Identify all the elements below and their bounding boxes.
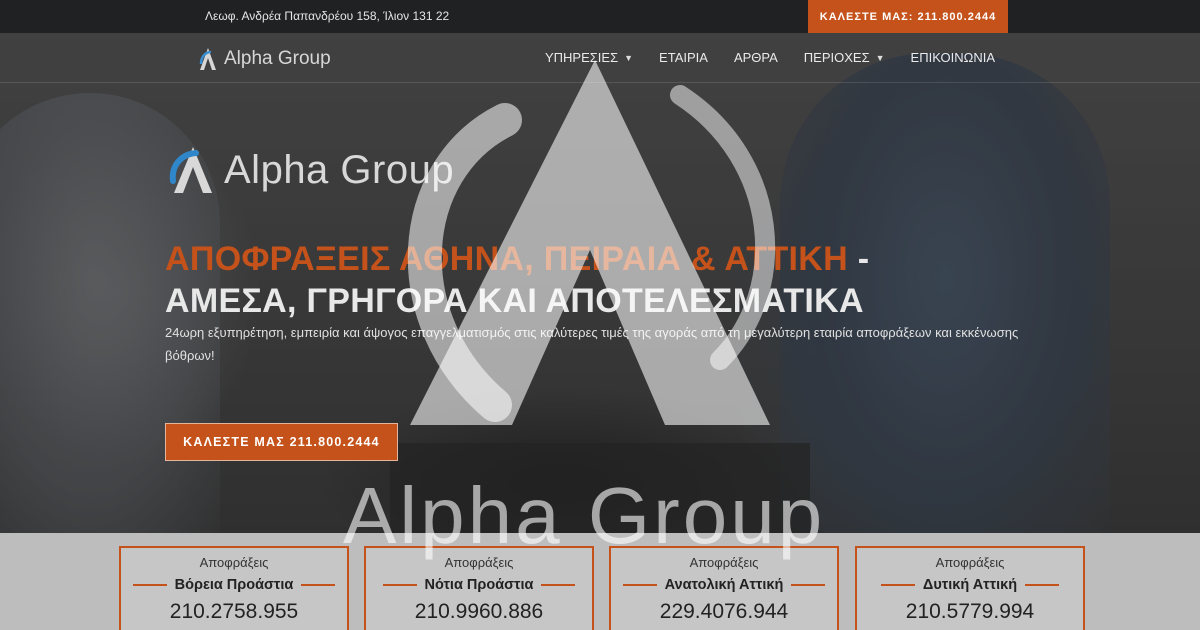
brand-logo-icon xyxy=(199,48,216,70)
hero-call-button[interactable]: ΚΑΛΕΣΤΕ ΜΑΣ 211.800.2444 xyxy=(165,423,398,461)
card-category: Αποφράξεις xyxy=(689,555,759,570)
nav-item-contact[interactable]: ΕΠΙΚΟΙΝΩΝΙΑ xyxy=(911,50,995,65)
card-region: Δυτική Αττική xyxy=(922,577,1018,593)
nav-menu: ΥΠΗΡΕΣΙΕΣ ▼ ΕΤΑΙΡΙΑ ΑΡΘΡΑ ΠΕΡΙΟΧΕΣ ▼ ΕΠΙ… xyxy=(545,50,995,65)
nav-item-label: ΕΠΙΚΟΙΝΩΝΙΑ xyxy=(910,50,995,65)
divider xyxy=(1025,584,1060,586)
nav-item-label: ΑΡΘΡΑ xyxy=(733,50,778,65)
headline-orange: ΑΠΟΦΡΑΞΕΙΣ ΑΘΗΝΑ, ΠΕΙΡΑΙΑ & ΑΤΤΙΚΗ xyxy=(165,240,848,278)
card-phone[interactable]: 210.5779.994 xyxy=(857,600,1083,624)
divider xyxy=(541,584,576,586)
nav-item-areas[interactable]: ΠΕΡΙΟΧΕΣ ▼ xyxy=(804,50,885,65)
hero-logo-icon xyxy=(169,147,212,193)
card-phone[interactable]: 229.4076.944 xyxy=(611,600,837,624)
hero-logo: Alpha Group xyxy=(168,145,454,195)
headline-white: ΑΜΕΣΑ, ΓΡΗΓΟΡΑ ΚΑΙ ΑΠΟΤΕΛΕΣΜΑΤΙΚΑ xyxy=(165,282,864,320)
hero-logo-text: Alpha Group xyxy=(224,147,455,192)
nav-brand-link[interactable]: Alpha Group xyxy=(198,47,331,71)
divider xyxy=(880,584,915,586)
top-bar: Λεωφ. Ανδρέα Παπανδρέου 158, Ίλιον 131 2… xyxy=(0,0,1200,33)
divider xyxy=(132,584,167,586)
divider xyxy=(622,584,657,586)
card-region: Νότια Προάστια xyxy=(424,577,534,593)
card-region: Βόρεια Προάστια xyxy=(174,577,294,593)
nav-item-articles[interactable]: ΑΡΘΡΑ xyxy=(734,50,778,65)
phone-card-south[interactable]: Αποφράξεις Νότια Προάστια 210.9960.886 xyxy=(364,546,594,630)
card-category: Αποφράξεις xyxy=(935,555,1005,570)
card-category: Αποφράξεις xyxy=(444,555,514,570)
phone-card-west[interactable]: Αποφράξεις Δυτική Αττική 210.5779.994 xyxy=(855,546,1085,630)
hero-subtext: 24ωρη εξυπηρέτηση, εμπειρία και άψογος ε… xyxy=(165,325,1019,363)
address-text: Λεωφ. Ανδρέα Παπανδρέου 158, Ίλιον 131 2… xyxy=(205,9,450,23)
nav-item-label: ΕΤΑΙΡΙΑ xyxy=(659,50,708,65)
chevron-down-icon: ▼ xyxy=(624,52,634,63)
hero-headline: ΑΠΟΦΡΑΞΕΙΣ ΑΘΗΝΑ, ΠΕΙΡΑΙΑ & ΑΤΤΙΚΗ - ΑΜΕ… xyxy=(165,238,1065,322)
divider xyxy=(301,584,336,586)
nav-item-services[interactable]: ΥΠΗΡΕΣΙΕΣ ▼ xyxy=(545,50,633,65)
main-nav: Alpha Group ΥΠΗΡΕΣΙΕΣ ▼ ΕΤΑΙΡΙΑ ΑΡΘΡΑ ΠΕ… xyxy=(0,33,1200,83)
card-region: Ανατολική Αττική xyxy=(664,577,784,593)
nav-item-label: ΥΠΗΡΕΣΙΕΣ xyxy=(544,50,619,65)
chevron-down-icon: ▼ xyxy=(875,52,885,63)
card-category: Αποφράξεις xyxy=(199,555,269,570)
card-phone[interactable]: 210.2758.955 xyxy=(121,600,347,624)
nav-brand-text: Alpha Group xyxy=(224,48,331,69)
headline-separator: - xyxy=(848,240,870,278)
call-us-button[interactable]: ΚΑΛΕΣΤΕ ΜΑΣ: 211.800.2444 xyxy=(808,0,1008,33)
divider xyxy=(791,584,826,586)
divider xyxy=(382,584,417,586)
phone-card-north[interactable]: Αποφράξεις Βόρεια Προάστια 210.2758.955 xyxy=(119,546,349,630)
nav-item-label: ΠΕΡΙΟΧΕΣ xyxy=(803,50,870,65)
nav-item-company[interactable]: ΕΤΑΙΡΙΑ xyxy=(659,50,708,65)
card-phone[interactable]: 210.9960.886 xyxy=(366,600,592,624)
phone-card-east[interactable]: Αποφράξεις Ανατολική Αττική 229.4076.944 xyxy=(609,546,839,630)
